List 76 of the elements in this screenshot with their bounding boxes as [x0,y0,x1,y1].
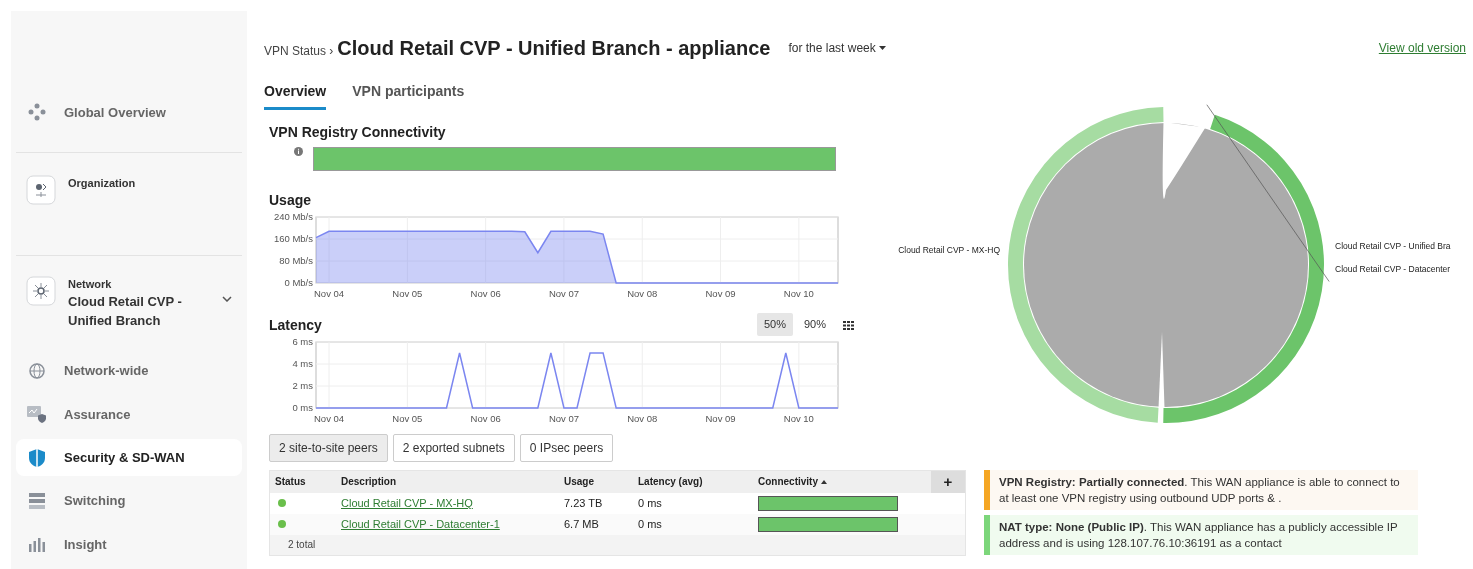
x-tick-label: Nov 09 [705,288,736,299]
network-name[interactable]: Cloud Retail CVP - Unified Branch [68,292,198,331]
x-tick-label: Nov 08 [627,412,658,424]
section-title: VPN Registry Connectivity [269,123,447,142]
tab[interactable]: VPN participants [352,81,465,110]
section-title: Usage [269,191,313,210]
nav-item[interactable]: Security & SD-WAN [16,439,242,477]
bar-chart-icon [28,535,46,554]
nav-item[interactable]: Assurance [16,395,242,433]
sort-up-icon [821,479,827,484]
page-title: Cloud Retail CVP - Unified Branch - appliance [337,36,771,61]
column-header[interactable]: Description [336,474,559,489]
y-tick-label: 80 Mb/s [279,255,313,266]
percentile-toggle[interactable]: 50% [756,313,793,336]
table-cell-text: 0 ms [637,495,663,511]
chord-label: Cloud Retail CVP - MX-HQ [898,245,1000,255]
x-tick-label: Nov 05 [392,288,423,299]
nav-item[interactable]: Network-wide [16,352,242,390]
chevron-down-icon[interactable] [222,295,232,302]
row-count: 2 total [288,538,316,552]
y-tick-label: 0 Mb/s [284,277,313,288]
table-cell-text: 6.7 MB [563,516,600,532]
grid-icon[interactable] [843,320,854,330]
old-version-link[interactable]: View old version [1378,39,1466,57]
x-tick-label: Nov 04 [314,288,345,299]
nav-item[interactable]: Global Overview [16,79,242,146]
table-cell-text: 0 ms [637,516,663,532]
network-icon [26,275,56,306]
nodes-icon [27,102,47,123]
x-tick-label: Nov 08 [627,288,658,299]
context-label: Network [68,276,113,292]
peer-tab[interactable]: 2 site-to-site peers [269,433,388,462]
nav-item[interactable]: Insight [16,525,242,564]
peer-tab[interactable]: 0 IPsec peers [519,433,614,462]
section-title: Latency [269,315,322,335]
x-tick-label: Nov 05 [392,412,423,424]
column-header[interactable]: Status [270,474,336,489]
nav-item[interactable]: Switching [16,482,242,520]
context-label: Organization [68,175,137,191]
breadcrumb-link[interactable]: VPN Status › [264,41,334,60]
shield-icon [28,447,46,468]
x-tick-label: Nov 10 [783,288,814,299]
x-tick-label: Nov 06 [470,412,501,424]
table-cell-text: 7.23 TB [563,495,604,511]
y-tick-label: 160 Mb/s [273,233,313,244]
y-tick-label: 2 ms [292,379,313,391]
y-tick-label: 0 ms [292,401,313,413]
x-tick-label: Nov 06 [470,288,501,299]
switch-icon [28,492,46,510]
notice-text: NAT type: None (Public IP). This WAN appliance has a publicly accessible IP address and is using 128.107.76.10:36191 as a contact [999,519,1399,551]
tab[interactable]: Overview [264,81,327,110]
x-tick-label: Nov 07 [548,288,579,299]
monitor-shield-icon [26,404,48,425]
info-icon [294,147,303,156]
add-column-button[interactable]: + [931,470,965,493]
peer-link[interactable]: Cloud Retail CVP - Datacenter-1 [341,517,500,530]
organization-icon [26,174,56,205]
globe-icon [27,361,47,381]
y-tick-label: 4 ms [292,357,313,369]
peer-tab[interactable]: 2 exported subnets [392,433,515,462]
chord-label: Cloud Retail CVP - Datacenter [1335,264,1451,274]
percentile-toggle[interactable]: 90% [796,313,833,336]
column-header[interactable]: Latency (avg) [633,474,753,489]
peer-link[interactable]: Cloud Retail CVP - MX-HQ [341,496,473,509]
column-header[interactable]: Connectivity [753,474,923,489]
x-tick-label: Nov 07 [548,412,579,424]
timespan-dropdown[interactable]: for the last week [788,39,886,57]
x-tick-label: Nov 10 [783,412,814,424]
x-tick-label: Nov 09 [705,412,736,424]
column-header[interactable]: Usage [559,474,633,489]
notice-text: VPN Registry: Partially connected. This WAN appliance is able to connect to at least one VPN registry using outbound UDP ports & . [999,474,1401,506]
chord-label: Cloud Retail CVP - Unified Bra [1335,241,1451,251]
y-tick-label: 240 Mb/s [273,211,313,222]
caret-icon [878,46,886,50]
x-tick-label: Nov 04 [314,412,345,424]
y-tick-label: 6 ms [292,335,313,347]
